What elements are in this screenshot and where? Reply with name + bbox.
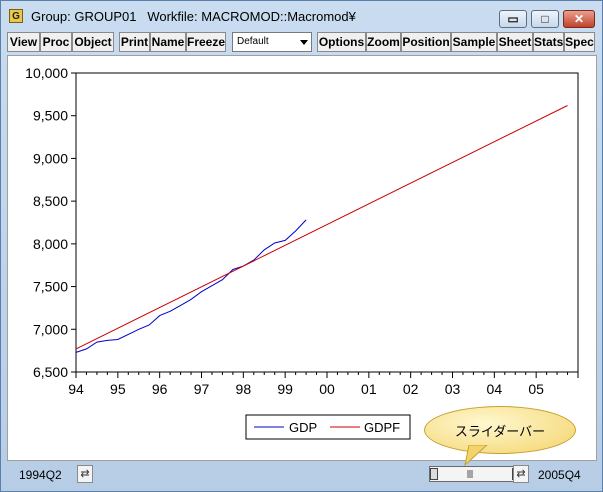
minimize-button[interactable]: ▭	[499, 10, 527, 28]
x-tick-label: 96	[152, 381, 168, 397]
status-bar: 1994Q2 ⇄ ⇄ 2005Q4	[7, 463, 597, 487]
x-tick-label: 03	[445, 381, 461, 397]
proc-button[interactable]: Proc	[40, 32, 72, 52]
x-tick-label: 01	[361, 381, 377, 397]
end-shift-icon[interactable]: ⇄	[513, 465, 529, 483]
title-bar[interactable]: G Group: GROUP01 Workfile: MACROMOD::Mac…	[1, 1, 602, 31]
x-tick-label: 05	[528, 381, 544, 397]
start-shift-icon[interactable]: ⇄	[77, 465, 93, 483]
y-tick-label: 9,500	[33, 108, 68, 124]
position-button[interactable]: Position	[401, 32, 451, 52]
slider-left-handle[interactable]	[430, 468, 438, 480]
group-icon: G	[9, 9, 23, 23]
x-tick-label: 02	[403, 381, 419, 397]
view-button[interactable]: View	[7, 32, 40, 52]
x-tick-label: 00	[319, 381, 335, 397]
group-window: G Group: GROUP01 Workfile: MACROMOD::Mac…	[0, 0, 603, 492]
y-tick-label: 7,000	[33, 321, 68, 337]
sample-button[interactable]: Sample	[451, 32, 497, 52]
y-tick-label: 8,000	[33, 236, 68, 252]
freeze-button[interactable]: Freeze	[186, 32, 226, 52]
options-button[interactable]: Options	[317, 32, 366, 52]
print-button[interactable]: Print	[119, 32, 150, 52]
sample-end-label: 2005Q4	[538, 468, 581, 482]
x-tick-label: 04	[487, 381, 503, 397]
line-chart: 6,500 7,000 7,500 8,000 8,500 9,000 9,500 10,00…	[25, 65, 579, 440]
zoom-button[interactable]: Zoom	[366, 32, 401, 52]
slider-grip-icon[interactable]	[466, 468, 474, 480]
legend: GDP GDPF	[245, 414, 411, 440]
sample-slider[interactable]	[429, 466, 523, 482]
y-tick-label: 9,000	[33, 150, 68, 166]
window-title: Group: GROUP01 Workfile: MACROMOD::Macro…	[31, 9, 356, 24]
name-button[interactable]: Name	[150, 32, 186, 52]
x-tick-label: 94	[68, 381, 84, 397]
y-axis: 6,500 7,000 7,500 8,000 8,500 9,000 9,500 10,00…	[25, 65, 76, 380]
plot-frame	[75, 72, 579, 373]
x-tick-label: 99	[277, 381, 293, 397]
x-tick-label: 97	[194, 381, 210, 397]
x-tick-label: 98	[236, 381, 252, 397]
sample-start-label: 1994Q2	[19, 468, 62, 482]
y-tick-label: 7,500	[33, 279, 68, 295]
sheet-button[interactable]: Sheet	[497, 32, 533, 52]
stats-button[interactable]: Stats	[533, 32, 564, 52]
close-icon: ✕	[573, 12, 585, 26]
legend-gdp-label: GDP	[289, 420, 317, 435]
legend-gdpf-label: GDPF	[364, 420, 400, 435]
y-tick-label: 8,500	[33, 193, 68, 209]
object-button[interactable]: Object	[72, 32, 114, 52]
y-tick-label: 6,500	[33, 364, 68, 380]
y-tick-label: 10,000	[25, 65, 68, 81]
minimize-icon: ▭	[507, 12, 519, 26]
chevron-down-icon	[300, 40, 308, 45]
callout-label: スライダーバー	[454, 424, 546, 439]
chart-area[interactable]: 6,500 7,000 7,500 8,000 8,500 9,000 9,500 10,00…	[7, 55, 597, 461]
maximize-icon: □	[541, 12, 549, 26]
callout-tail-shape	[464, 445, 488, 467]
x-tick-label: 95	[110, 381, 126, 397]
x-axis: 94 95 96 97 98 99 00 01 02 03 04 05	[68, 372, 579, 397]
maximize-button[interactable]: □	[531, 10, 559, 28]
spec-button[interactable]: Spec	[564, 32, 595, 52]
close-button[interactable]: ✕	[563, 10, 595, 28]
graph-type-value: Default	[237, 36, 269, 47]
graph-type-select[interactable]: Default	[232, 32, 312, 52]
